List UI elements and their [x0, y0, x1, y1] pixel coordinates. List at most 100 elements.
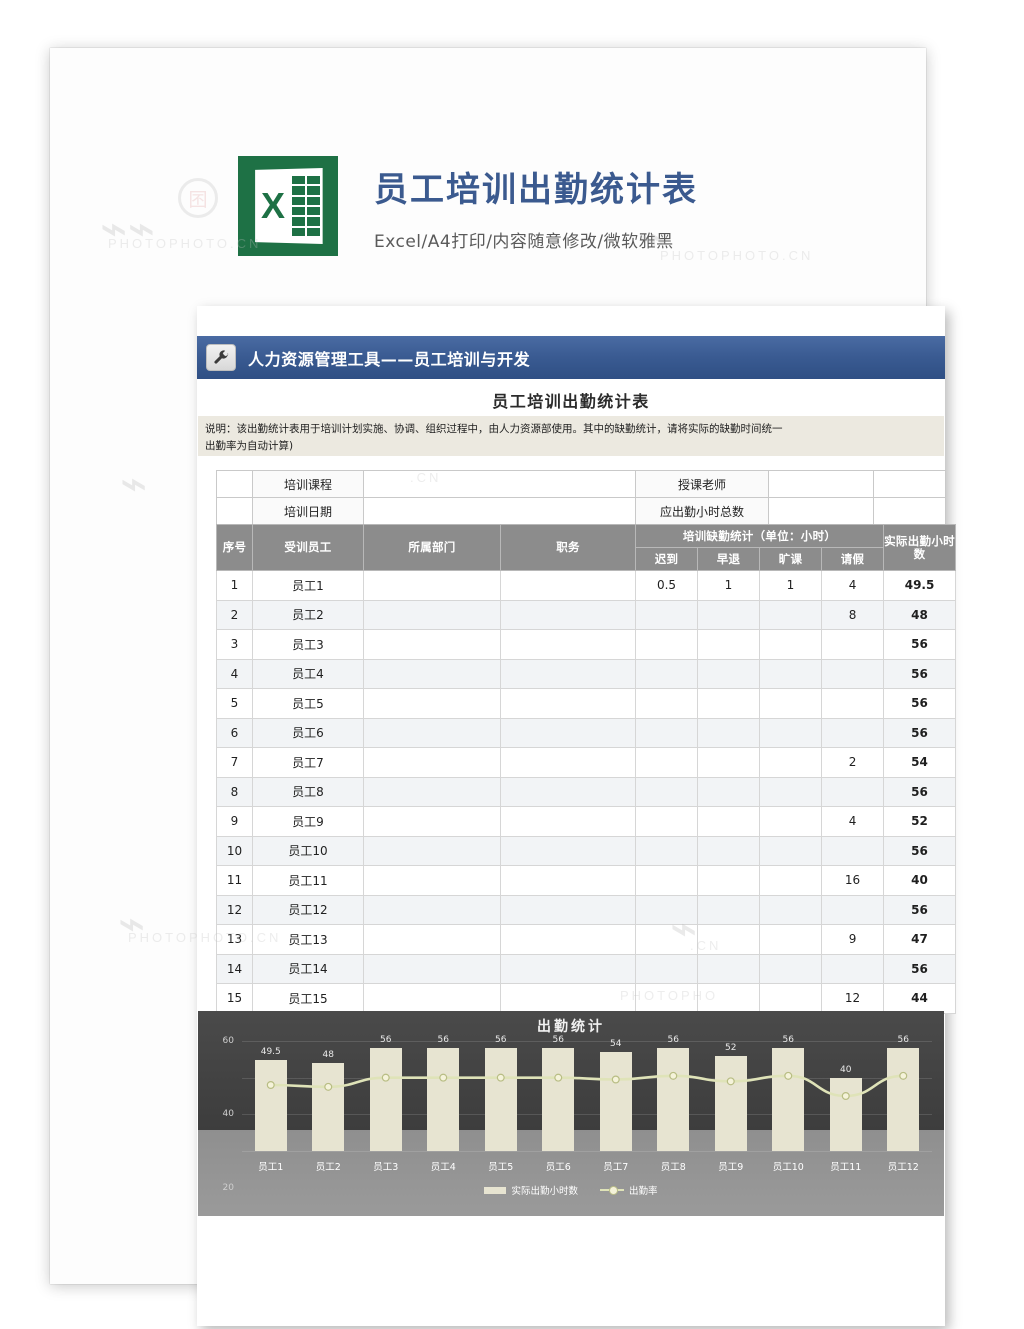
field-instructor[interactable]: [768, 470, 874, 498]
cell-actual-hours[interactable]: 40: [883, 865, 957, 896]
cell-leave[interactable]: [820, 717, 885, 748]
cell-position[interactable]: [500, 747, 636, 778]
chart-bar[interactable]: [887, 1048, 920, 1151]
cell-department[interactable]: [363, 983, 501, 1014]
cell-truancy[interactable]: [759, 924, 822, 955]
cell-department[interactable]: [363, 806, 501, 837]
cell-late[interactable]: [635, 747, 698, 778]
chart-bar[interactable]: [657, 1048, 690, 1151]
cell-leave[interactable]: [820, 953, 885, 984]
cell-actual-hours[interactable]: 56: [883, 953, 957, 984]
field-training-course[interactable]: [363, 470, 636, 498]
chart-bar-column[interactable]: 54: [587, 1039, 645, 1151]
chart-bar-column[interactable]: 56: [357, 1035, 415, 1151]
cell-index[interactable]: 1: [216, 570, 253, 601]
cell-late[interactable]: [635, 806, 698, 837]
cell-position[interactable]: [500, 894, 636, 925]
cell-late[interactable]: [635, 776, 698, 807]
chart-bar-column[interactable]: 56: [472, 1035, 530, 1151]
cell-position[interactable]: [500, 806, 636, 837]
cell-employee[interactable]: 员工9: [252, 806, 364, 837]
cell-leave[interactable]: 4: [820, 570, 885, 601]
cell-late[interactable]: [635, 658, 698, 689]
cell-late[interactable]: 0.5: [635, 570, 698, 601]
cell-actual-hours[interactable]: 56: [883, 629, 957, 660]
cell-late[interactable]: [635, 924, 698, 955]
cell-index[interactable]: 10: [216, 835, 253, 866]
chart-bar[interactable]: [427, 1048, 460, 1151]
cell-index[interactable]: 11: [216, 865, 253, 896]
cell-early-leave[interactable]: [697, 629, 760, 660]
cell-department[interactable]: [363, 894, 501, 925]
cell-employee[interactable]: 员工1: [252, 570, 364, 601]
cell-early-leave[interactable]: [697, 924, 760, 955]
cell-late[interactable]: [635, 835, 698, 866]
cell-position[interactable]: [500, 983, 636, 1014]
cell-truancy[interactable]: [759, 717, 822, 748]
cell-employee[interactable]: 员工10: [252, 835, 364, 866]
cell-truancy[interactable]: [759, 776, 822, 807]
chart-bar-column[interactable]: 49.5: [242, 1041, 300, 1151]
cell-actual-hours[interactable]: 56: [883, 835, 957, 866]
cell-department[interactable]: [363, 599, 501, 630]
cell-employee[interactable]: 员工2: [252, 599, 364, 630]
chart-bar-column[interactable]: 56: [645, 1035, 703, 1151]
cell-department[interactable]: [363, 629, 501, 660]
legend-item-hours[interactable]: 实际出勤小时数: [484, 1183, 578, 1197]
cell-leave[interactable]: 2: [820, 747, 885, 778]
cell-position[interactable]: [500, 953, 636, 984]
cell-actual-hours[interactable]: 47: [883, 924, 957, 955]
cell-position[interactable]: [500, 688, 636, 719]
cell-late[interactable]: [635, 865, 698, 896]
chart-bar-column[interactable]: 56: [530, 1035, 588, 1151]
cell-truancy[interactable]: [759, 747, 822, 778]
chart-bar-column[interactable]: 56: [760, 1035, 818, 1151]
cell-actual-hours[interactable]: 56: [883, 658, 957, 689]
chart-bar[interactable]: [369, 1048, 402, 1151]
cell-employee[interactable]: 员工13: [252, 924, 364, 955]
cell-department[interactable]: [363, 570, 501, 601]
cell-late[interactable]: [635, 717, 698, 748]
cell-early-leave[interactable]: [697, 953, 760, 984]
cell-index[interactable]: 12: [216, 894, 253, 925]
cell-employee[interactable]: 员工4: [252, 658, 364, 689]
cell-employee[interactable]: 员工12: [252, 894, 364, 925]
cell-index[interactable]: 3: [216, 629, 253, 660]
cell-leave[interactable]: 16: [820, 865, 885, 896]
cell-actual-hours[interactable]: 52: [883, 806, 957, 837]
cell-leave[interactable]: [820, 658, 885, 689]
cell-early-leave[interactable]: [697, 717, 760, 748]
cell-index[interactable]: 14: [216, 953, 253, 984]
chart-bar[interactable]: [254, 1060, 287, 1151]
cell-employee[interactable]: 员工8: [252, 776, 364, 807]
cell-index[interactable]: 9: [216, 806, 253, 837]
cell-early-leave[interactable]: [697, 865, 760, 896]
cell-department[interactable]: [363, 747, 501, 778]
field-training-date[interactable]: [363, 497, 636, 525]
cell-late[interactable]: [635, 953, 698, 984]
chart-bar[interactable]: [312, 1063, 345, 1151]
cell-early-leave[interactable]: [697, 894, 760, 925]
cell-early-leave[interactable]: [697, 599, 760, 630]
chart-bar-column[interactable]: 48: [300, 1041, 358, 1151]
cell-index[interactable]: 7: [216, 747, 253, 778]
cell-truancy[interactable]: [759, 835, 822, 866]
chart-bar[interactable]: [599, 1052, 632, 1151]
cell-truancy[interactable]: [759, 688, 822, 719]
cell-position[interactable]: [500, 717, 636, 748]
chart-bar[interactable]: [714, 1055, 747, 1151]
cell-actual-hours[interactable]: 56: [883, 717, 957, 748]
chart-bar-column[interactable]: 56: [415, 1035, 473, 1151]
cell-truancy[interactable]: [759, 865, 822, 896]
chart-bar-column[interactable]: 52: [702, 1041, 760, 1151]
cell-department[interactable]: [363, 717, 501, 748]
cell-leave[interactable]: 12: [820, 983, 885, 1014]
cell-truancy[interactable]: [759, 629, 822, 660]
cell-actual-hours[interactable]: 56: [883, 688, 957, 719]
cell-index[interactable]: 2: [216, 599, 253, 630]
cell-truancy[interactable]: 1: [759, 570, 822, 601]
cell-actual-hours[interactable]: 56: [883, 894, 957, 925]
cell-truancy[interactable]: [759, 806, 822, 837]
cell-department[interactable]: [363, 953, 501, 984]
cell-actual-hours[interactable]: 49.5: [883, 570, 957, 601]
